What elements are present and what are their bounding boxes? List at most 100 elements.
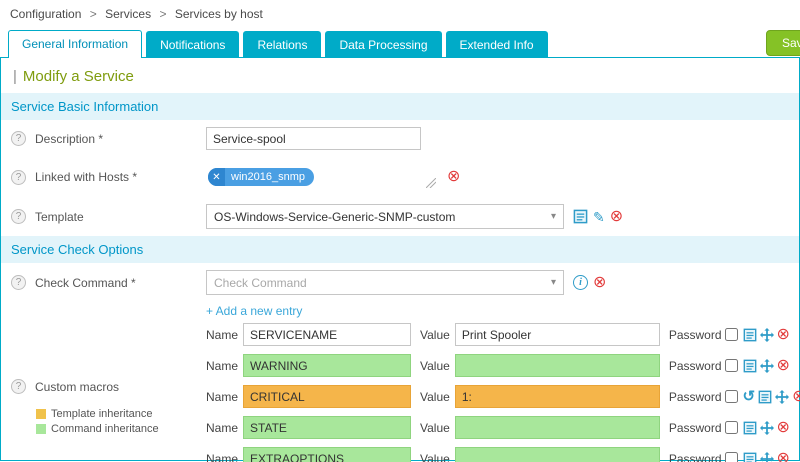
custom-macros-label: Custom macros bbox=[35, 380, 119, 394]
breadcrumb-item-services[interactable]: Services bbox=[105, 7, 151, 21]
tab-relations[interactable]: Relations bbox=[243, 31, 321, 57]
description-label: Description * bbox=[35, 132, 103, 146]
info-icon[interactable]: i bbox=[573, 275, 588, 290]
macro-name-input[interactable] bbox=[243, 447, 411, 462]
macro-description-icon[interactable] bbox=[758, 390, 772, 404]
macro-password-label: Password bbox=[669, 421, 722, 435]
help-icon[interactable]: ? bbox=[11, 379, 26, 394]
page-title: |Modify a Service bbox=[1, 58, 799, 93]
save-button[interactable]: Save bbox=[766, 30, 800, 56]
linked-hosts-field[interactable]: ✕ win2016_snmp bbox=[206, 164, 438, 190]
delete-icon[interactable]: ⊗ bbox=[777, 420, 790, 436]
macro-password-checkbox[interactable] bbox=[725, 452, 738, 462]
help-icon[interactable]: ? bbox=[11, 131, 26, 146]
chevron-down-icon: ▾ bbox=[551, 277, 556, 288]
move-icon[interactable] bbox=[760, 328, 774, 342]
tab-extended-info[interactable]: Extended Info bbox=[446, 31, 548, 57]
macro-name-input[interactable] bbox=[243, 354, 411, 377]
macro-row: Name Value Password ⊗ bbox=[206, 323, 800, 346]
add-new-entry-link[interactable]: + Add a new entry bbox=[206, 304, 302, 318]
breadcrumb-separator: > bbox=[159, 7, 166, 21]
macro-name-input[interactable] bbox=[243, 385, 411, 408]
macro-description-icon[interactable] bbox=[743, 452, 757, 462]
legend-command-inheritance: Command inheritance bbox=[36, 423, 206, 435]
section-check-options: Service Check Options bbox=[1, 236, 799, 263]
macro-name-label: Name bbox=[206, 390, 238, 404]
macro-row: Name Value Password ⊗ bbox=[206, 447, 800, 462]
delete-icon[interactable]: ⊗ bbox=[447, 169, 460, 185]
description-row: ? Description * bbox=[1, 120, 799, 157]
macro-value-input[interactable] bbox=[455, 354, 660, 377]
move-icon[interactable] bbox=[760, 359, 774, 373]
edit-icon[interactable]: ✎ bbox=[593, 210, 605, 224]
title-bar-decoration: | bbox=[13, 68, 17, 85]
macro-name-label: Name bbox=[206, 359, 238, 373]
breadcrumb-item-services-by-host[interactable]: Services by host bbox=[175, 7, 263, 21]
tab-general-information[interactable]: General Information bbox=[8, 30, 142, 58]
view-template-icon[interactable] bbox=[573, 209, 588, 224]
macro-password-label: Password bbox=[669, 359, 722, 373]
macro-description-icon[interactable] bbox=[743, 328, 757, 342]
check-command-placeholder: Check Command bbox=[214, 276, 307, 290]
macro-row: Name Value Password ↺ ⊗ bbox=[206, 385, 800, 408]
macro-name-label: Name bbox=[206, 421, 238, 435]
breadcrumb-item-configuration[interactable]: Configuration bbox=[10, 7, 81, 21]
delete-icon[interactable]: ⊗ bbox=[777, 327, 790, 343]
custom-macros-section: ? Custom macros Template inheritance Com… bbox=[1, 323, 799, 462]
macro-name-input[interactable] bbox=[243, 416, 411, 439]
move-icon[interactable] bbox=[760, 421, 774, 435]
host-chip-label: win2016_snmp bbox=[225, 171, 314, 183]
macro-value-input[interactable] bbox=[455, 447, 660, 462]
macro-value-input[interactable] bbox=[455, 416, 660, 439]
help-icon[interactable]: ? bbox=[11, 170, 26, 185]
macro-password-label: Password bbox=[669, 452, 722, 462]
macro-row: Name Value Password ⊗ bbox=[206, 354, 800, 377]
macro-password-checkbox[interactable] bbox=[725, 421, 738, 434]
delete-icon[interactable]: ⊗ bbox=[610, 209, 623, 225]
template-row: ? Template OS-Windows-Service-Generic-SN… bbox=[1, 197, 799, 236]
check-command-label: Check Command * bbox=[35, 276, 136, 290]
macro-password-checkbox[interactable] bbox=[725, 390, 738, 403]
tab-notifications[interactable]: Notifications bbox=[146, 31, 239, 57]
tab-data-processing[interactable]: Data Processing bbox=[325, 31, 441, 57]
macro-row: Name Value Password ⊗ bbox=[206, 416, 800, 439]
macro-password-label: Password bbox=[669, 390, 722, 404]
linked-hosts-row: ? Linked with Hosts * ✕ win2016_snmp ⊗ bbox=[1, 157, 799, 197]
breadcrumb: Configuration > Services > Services by h… bbox=[0, 0, 800, 28]
move-icon[interactable] bbox=[775, 390, 789, 404]
macro-value-label: Value bbox=[420, 452, 450, 462]
macro-password-checkbox[interactable] bbox=[725, 359, 738, 372]
macro-password-checkbox[interactable] bbox=[725, 328, 738, 341]
delete-icon[interactable]: ⊗ bbox=[777, 358, 790, 374]
macro-description-icon[interactable] bbox=[743, 359, 757, 373]
template-select[interactable]: OS-Windows-Service-Generic-SNMP-custom ▾ bbox=[206, 204, 564, 229]
section-basic-information: Service Basic Information bbox=[1, 93, 799, 120]
content-panel: |Modify a Service Service Basic Informat… bbox=[0, 57, 800, 461]
legend-template-inheritance: Template inheritance bbox=[36, 408, 206, 420]
chevron-down-icon: ▾ bbox=[551, 211, 556, 222]
host-chip: ✕ win2016_snmp bbox=[208, 168, 314, 186]
move-icon[interactable] bbox=[760, 452, 774, 462]
macro-value-input[interactable] bbox=[455, 323, 660, 346]
macro-value-label: Value bbox=[420, 359, 450, 373]
delete-icon[interactable]: ⊗ bbox=[593, 275, 606, 291]
inheritance-legend: Template inheritance Command inheritance bbox=[11, 408, 206, 435]
undo-icon[interactable]: ↺ bbox=[743, 389, 756, 404]
help-icon[interactable]: ? bbox=[11, 275, 26, 290]
check-command-select[interactable]: Check Command ▾ bbox=[206, 270, 564, 295]
linked-hosts-label: Linked with Hosts * bbox=[35, 170, 137, 184]
macro-name-input[interactable] bbox=[243, 323, 411, 346]
template-selected-value: OS-Windows-Service-Generic-SNMP-custom bbox=[214, 210, 455, 224]
remove-chip-icon[interactable]: ✕ bbox=[208, 168, 225, 186]
macro-value-input[interactable] bbox=[455, 385, 660, 408]
description-input[interactable] bbox=[206, 127, 421, 150]
macro-description-icon[interactable] bbox=[743, 421, 757, 435]
macro-password-label: Password bbox=[669, 328, 722, 342]
resize-grip-icon[interactable] bbox=[426, 178, 436, 188]
check-command-row: ? Check Command * Check Command ▾ i ⊗ bbox=[1, 263, 799, 302]
breadcrumb-separator: > bbox=[90, 7, 97, 21]
help-icon[interactable]: ? bbox=[11, 209, 26, 224]
delete-icon[interactable]: ⊗ bbox=[777, 451, 790, 462]
macro-name-label: Name bbox=[206, 452, 238, 462]
delete-icon[interactable]: ⊗ bbox=[792, 389, 800, 405]
